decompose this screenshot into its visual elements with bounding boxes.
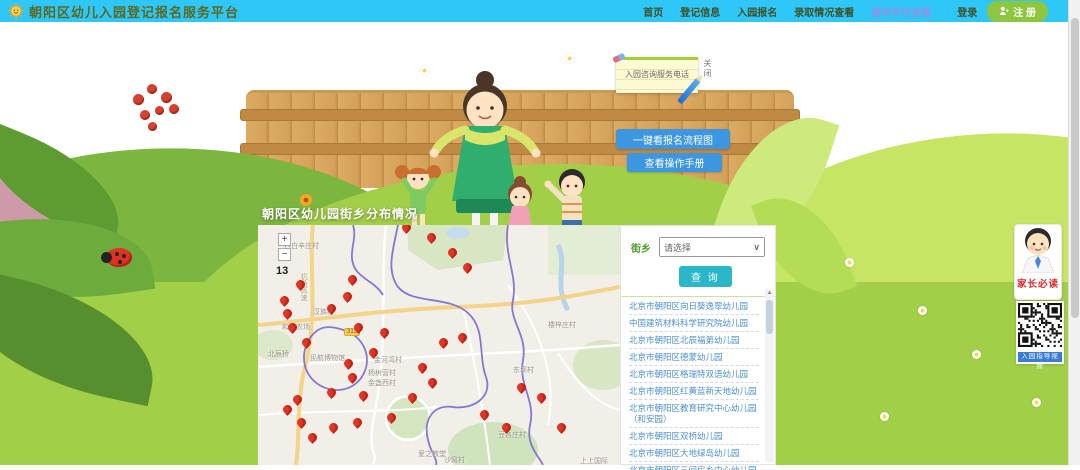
parents-must-read-card[interactable]: 家长必读 (1014, 224, 1062, 300)
nav-item-3[interactable]: 录取情况查看 (794, 4, 854, 19)
daisy-flower (918, 306, 927, 315)
parents-card-label: 家长必读 (1015, 276, 1061, 290)
register-button[interactable]: 注 册 (987, 1, 1048, 22)
app-header: 朝阳区幼儿入园登记报名服务平台 首页 登记信息 入园报名 录取情况查看 富余学位查看 登… (0, 0, 1068, 22)
register-label: 注 册 (1013, 4, 1036, 19)
daisy-flower (845, 258, 854, 267)
kindergarten-link[interactable]: 北京市朝阳区德蒙幼儿园 (629, 349, 759, 366)
view-process-button[interactable]: 一键看报名流程图 (616, 129, 730, 149)
nav-item-0[interactable]: 首页 (643, 4, 663, 19)
map-place-label: 沙窝村 (444, 455, 465, 465)
daisy-flower (1032, 398, 1041, 407)
brand: 朝阳区幼儿入园登记报名服务平台 (8, 2, 239, 21)
kindergarten-link[interactable]: 北京市朝阳区大地绿岛幼儿园 (629, 445, 759, 462)
map-place-label: 金河湾村 (374, 355, 402, 365)
kindergarten-link[interactable]: 北京市朝阳区红黄蓝新天地幼儿园 (629, 383, 759, 400)
map-place-label: 杨树营村 (368, 368, 396, 378)
page-scrollbar[interactable] (1068, 0, 1080, 465)
qr-code-card: 入园指导视频 (1016, 301, 1064, 364)
street-filter-row: 街乡 请选择 ∨ (621, 226, 775, 257)
berry (140, 110, 150, 120)
map-zoom-control: + − (278, 233, 291, 263)
page-title: 朝阳区幼儿入园登记报名服务平台 (29, 2, 239, 21)
zoom-in-button[interactable]: + (278, 233, 291, 246)
list-scrollbar[interactable]: ▲ (765, 289, 774, 462)
kindergarten-link[interactable]: 北京市朝阳区双桥幼儿园 (629, 428, 759, 445)
view-manual-button[interactable]: 查看操作手册 (627, 153, 722, 172)
filter-panel: 街乡 请选择 ∨ 查 询 北京市朝阳区向日葵逸翠幼儿园中国建筑材料科学研究院幼儿… (620, 225, 776, 465)
kindergarten-link[interactable]: 北京市朝阳区教育研究中心幼儿园（和安园） (629, 400, 759, 428)
daisy-flower (880, 412, 889, 421)
qr-code (1018, 303, 1062, 347)
login-link[interactable]: 登录 (957, 4, 977, 19)
person-plus-icon (999, 6, 1009, 16)
note-text: 入园咨询服务电话 (616, 69, 698, 80)
page-scrollbar-thumb[interactable] (1071, 18, 1079, 318)
qr-card-label: 入园指导视频 (1018, 352, 1062, 362)
map-place-label: 金盏西村 (368, 378, 396, 388)
kindergarten-list: 北京市朝阳区向日葵逸翠幼儿园中国建筑材料科学研究院幼儿园北京市朝阳区北辰福第幼儿… (621, 297, 775, 470)
berry (148, 122, 157, 131)
kindergarten-link[interactable]: 北京市朝阳区三间房乡中心幼儿园 (629, 462, 759, 470)
street-label: 街乡 (631, 240, 651, 255)
map-place-label: 民航博物馆 (310, 353, 345, 363)
zoom-out-button[interactable]: − (278, 248, 291, 261)
list-scrollbar-thumb[interactable] (766, 300, 773, 334)
daisy-flower (565, 54, 574, 63)
berry (133, 94, 144, 105)
map-place-label: 东坝村 (513, 365, 534, 375)
main-nav: 首页 登记信息 入园报名 录取情况查看 富余学位查看 (643, 4, 931, 19)
kindergarten-link[interactable]: 北京市朝阳区格瑞特双语幼儿园 (629, 366, 759, 383)
map-place-label: 北辰桥 (268, 349, 289, 359)
cartoon-boy-icon (1016, 225, 1060, 273)
nav-item-1[interactable]: 登记信息 (680, 4, 720, 19)
note-close-button[interactable]: 关闭 (702, 59, 713, 79)
daisy-flower (972, 350, 981, 359)
consult-note-banner[interactable]: 入园咨询服务电话 关闭 (616, 57, 698, 93)
map-place-label: 爱之教堂 (418, 449, 446, 459)
map-title: 朝阳区幼儿园街乡分布情况 (262, 205, 418, 222)
map-place-label: 上上国际 (580, 456, 608, 465)
berry (169, 104, 179, 114)
berry (155, 106, 164, 115)
chevron-down-icon: ∨ (753, 242, 760, 253)
nav-item-2[interactable]: 入园报名 (737, 4, 777, 19)
kindergarten-link[interactable]: 中国建筑材料科学研究院幼儿园 (629, 315, 759, 332)
query-button[interactable]: 查 询 (679, 266, 732, 287)
street-select[interactable]: 请选择 ∨ (659, 237, 765, 257)
ladybug-illustration (106, 248, 132, 267)
map-place-label: 豆各庄村 (498, 430, 526, 440)
nav-item-4[interactable]: 富余学位查看 (871, 4, 931, 19)
note-paper: 入园咨询服务电话 (616, 57, 698, 93)
berry (147, 84, 157, 94)
map-place-label: 楼梓庄村 (548, 320, 576, 330)
baidu-map[interactable]: 西白辛庄村楼梓庄村汉族村和平农场机场高速313北辰桥民航博物馆金河湾村杨树营村金… (258, 225, 620, 465)
select-value: 请选择 (664, 241, 691, 254)
triangle-up-icon[interactable]: ▲ (765, 289, 774, 298)
map-zoom-level: 13 (276, 265, 288, 277)
sun-icon (8, 3, 24, 19)
kindergarten-link[interactable]: 北京市朝阳区向日葵逸翠幼儿园 (629, 298, 759, 315)
kindergarten-link[interactable]: 北京市朝阳区北辰福第幼儿园 (629, 332, 759, 349)
berry (161, 92, 172, 103)
